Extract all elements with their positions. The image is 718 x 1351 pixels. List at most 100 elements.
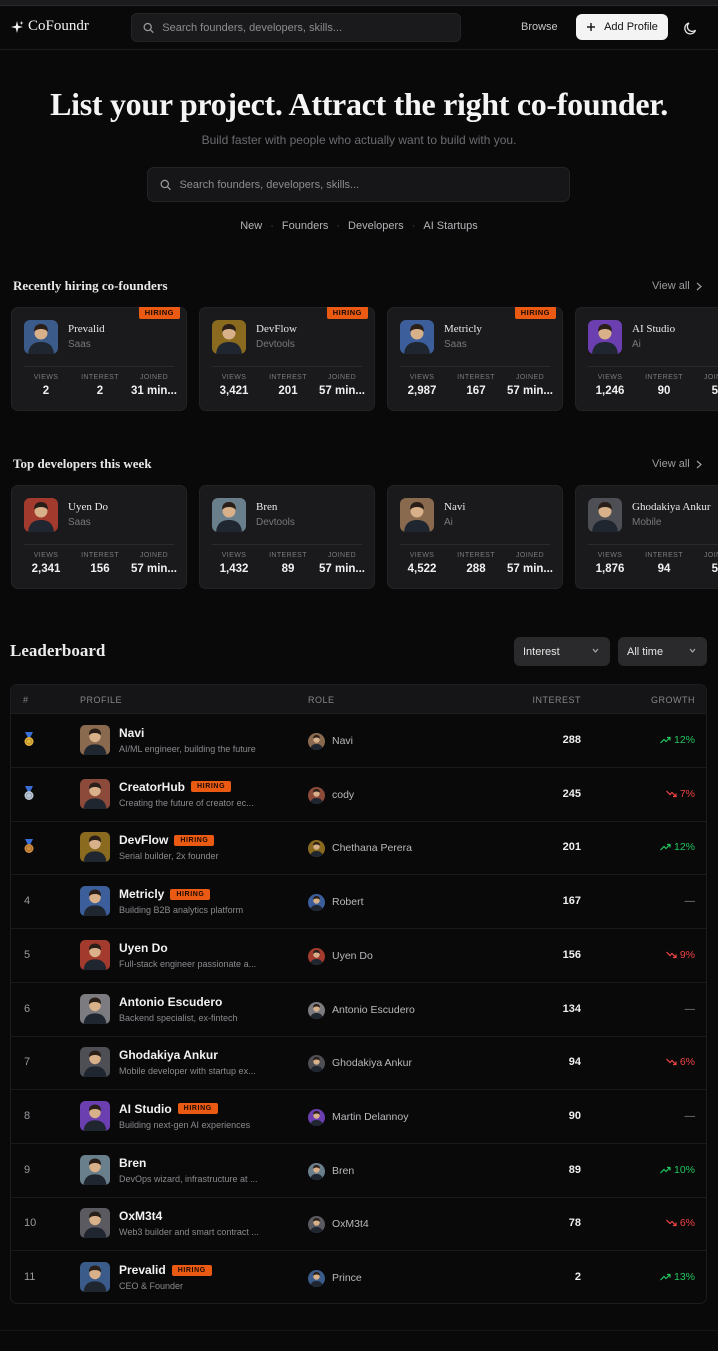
interest-label: INTEREST [645, 374, 683, 381]
role-avatar [308, 733, 325, 750]
interest-value: 134 [562, 1002, 581, 1015]
growth-label: — [684, 1002, 696, 1015]
profile-name[interactable]: AI Studio [119, 1102, 172, 1116]
table-row[interactable]: CreatorHub HIRING Creating the future of c… [11, 768, 706, 822]
search-icon [160, 179, 171, 190]
growth-label: 13% [673, 1271, 695, 1283]
nav-search-input[interactable] [162, 21, 460, 34]
card-category: Ai [444, 517, 453, 528]
hiring-badge: HIRING [138, 307, 180, 319]
role-avatar [308, 1055, 325, 1073]
trend-up-icon [660, 1273, 671, 1281]
sort-by-select[interactable]: Interest [514, 637, 610, 666]
profile-description: Building next-gen AI experiences [119, 1119, 251, 1130]
avatar [24, 498, 58, 532]
table-row[interactable]: 8 AI Studio HIRING Building next-gen AI exp… [11, 1090, 706, 1144]
interest-value: 90 [657, 385, 671, 397]
card-name: AI Studio [632, 323, 676, 335]
table-row[interactable]: Navi AI/ML engineer, building the future N… [11, 714, 706, 768]
chip-developers[interactable]: Developers [348, 220, 404, 232]
hiring-badge: HIRING [170, 888, 211, 900]
moon-icon[interactable] [683, 20, 699, 36]
profile-description: Backend specialist, ex-fintech [119, 1012, 238, 1023]
hiring-founder-card[interactable]: AI Studio Ai VIEWS 1,246 INTEREST 90 JOINED 57 [575, 307, 718, 411]
views-stat: VIEWS 1,876 [580, 552, 640, 575]
profile-description: DevOps wizard, infrastructure at ... [119, 1173, 258, 1184]
interest-label: INTEREST [645, 552, 683, 559]
footer-divider [0, 1330, 718, 1331]
developer-card[interactable]: Navi Ai VIEWS 4,522 INTEREST 288 JOINED 57 min.… [387, 485, 563, 589]
profile-name[interactable]: OxM3t4 [119, 1209, 162, 1223]
table-header: # PROFILE ROLE INTEREST GROWTH [11, 685, 706, 714]
interest-value: 94 [568, 1056, 581, 1069]
col-rank-header: # [23, 695, 29, 705]
time-range-select[interactable]: All time [618, 637, 707, 666]
avatar [80, 939, 110, 970]
hero-subtitle: Build faster with people who actually wa… [201, 133, 517, 147]
card-divider [400, 366, 550, 367]
avatar [80, 886, 110, 917]
joined-stat: JOINED 57 [688, 374, 718, 397]
hero-search-input[interactable] [179, 178, 569, 191]
developer-card[interactable]: Uyen Do Saas VIEWS 2,341 INTEREST 156 JOINED 57… [11, 485, 187, 589]
table-row[interactable]: 5 Uyen Do Full-stack engineer passionate a… [11, 929, 706, 983]
avatar [80, 778, 110, 809]
chip-ai-startups[interactable]: AI Startups [423, 220, 477, 232]
developer-card[interactable]: Bren Devtools VIEWS 1,432 INTEREST 89 JOINED 57… [199, 485, 375, 589]
col-growth-header[interactable]: GROWTH [651, 695, 695, 705]
table-row[interactable]: 9 Bren DevOps wizard, infrastructure at ..… [11, 1144, 706, 1198]
bronze-medal-icon [24, 839, 34, 854]
brand-logo[interactable]: CoFoundr [10, 18, 89, 35]
hiring-founder-card[interactable]: DevFlow Devtools HIRING VIEWS 3,421 INTEREST 2… [199, 307, 375, 411]
profile-name[interactable]: CreatorHub [119, 780, 185, 794]
browse-link[interactable]: Browse [521, 21, 558, 33]
profile-name[interactable]: Prevalid [119, 1263, 166, 1277]
chevron-down-icon [592, 648, 599, 653]
joined-label: JOINED [703, 552, 718, 559]
views-stat: VIEWS 2,341 [16, 552, 76, 575]
silver-medal-icon [24, 785, 34, 800]
profile-name[interactable]: Bren [119, 1156, 146, 1170]
rank-number: 9 [24, 1163, 31, 1176]
card-divider [212, 366, 362, 367]
profile-name[interactable]: Antonio Escudero [119, 995, 222, 1009]
table-row[interactable]: 11 Prevalid HIRING CEO & Founder Prince 2 13% [11, 1251, 706, 1303]
chip-new[interactable]: New [240, 220, 262, 232]
table-row[interactable]: 4 Metricly HIRING Building B2B analytics pl… [11, 875, 706, 930]
table-row[interactable]: 6 Antonio Escudero Backend specialist, ex-… [11, 983, 706, 1037]
interest-value: 288 [466, 563, 486, 575]
views-value: 4,522 [407, 563, 437, 575]
hero-search-box[interactable] [147, 167, 570, 202]
table-row[interactable]: DevFlow HIRING Serial builder, 2x founder C… [11, 821, 706, 876]
table-row[interactable]: 10 OxM3t4 Web3 builder and smart contract … [11, 1197, 706, 1252]
hiring-founder-card[interactable]: Metricly Saas HIRING VIEWS 2,987 INTEREST 167 J… [387, 307, 563, 411]
add-profile-button[interactable]: Add Profile [576, 14, 668, 40]
views-value: 1,432 [219, 563, 249, 575]
col-interest-header[interactable]: INTEREST [532, 695, 581, 705]
hiring-view-all-link[interactable]: View all [652, 280, 702, 292]
profile-name-line: Prevalid HIRING [119, 1263, 212, 1277]
views-stat: VIEWS 2 [16, 374, 76, 397]
nav-search-box[interactable] [131, 13, 461, 42]
interest-value: 201 [562, 841, 581, 854]
developer-card[interactable]: Ghodakiya Ankur Mobile VIEWS 1,876 INTEREST 9… [575, 485, 718, 589]
search-icon [143, 22, 154, 33]
add-profile-label: Add Profile [604, 21, 658, 33]
profile-name[interactable]: Metricly [119, 887, 164, 901]
views-value: 1,876 [595, 563, 625, 575]
trend-down-icon [665, 1058, 677, 1066]
card-name: Prevalid [68, 323, 105, 335]
joined-stat: JOINED 57 min... [124, 552, 184, 575]
hiring-founder-card[interactable]: Prevalid Saas HIRING VIEWS 2 INTEREST 2 JOINED 3… [11, 307, 187, 411]
profile-name[interactable]: DevFlow [119, 833, 168, 847]
role-name: Bren [332, 1164, 355, 1177]
chip-founders[interactable]: Founders [282, 220, 328, 232]
profile-name[interactable]: Uyen Do [119, 941, 168, 955]
profile-name[interactable]: Navi [119, 726, 144, 740]
growth-label: 12% [673, 841, 695, 854]
interest-value: 78 [568, 1217, 581, 1230]
table-row[interactable]: 7 Ghodakiya Ankur Mobile developer with st… [11, 1036, 706, 1091]
developers-view-all-link[interactable]: View all [652, 458, 702, 470]
profile-description: Web3 builder and smart contract ... [119, 1227, 259, 1238]
profile-name[interactable]: Ghodakiya Ankur [119, 1048, 218, 1062]
